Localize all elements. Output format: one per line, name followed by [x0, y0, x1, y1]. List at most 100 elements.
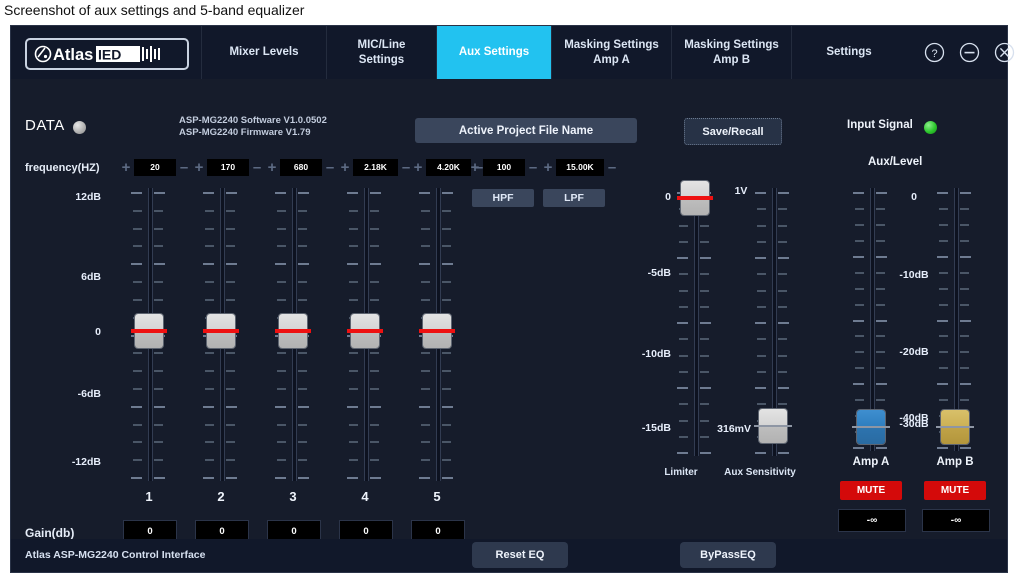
frequency-value-1[interactable]: 20 — [134, 158, 176, 176]
bypass-eq-button[interactable]: ByPassEQ — [680, 542, 776, 568]
eq-fader-4-thumb[interactable] — [347, 314, 383, 348]
limiter-fader-track[interactable] — [694, 188, 699, 456]
limiter-fader-tick-right-3 — [700, 240, 709, 243]
eq-fader-4-tick-right-11 — [370, 387, 379, 390]
eq-fader-4-tick-left-13 — [349, 423, 358, 426]
limiter-fader-tick-left-14 — [679, 419, 688, 422]
lpf-button[interactable]: LPF — [543, 189, 605, 207]
aux-sensitivity-fader-tick-right-0 — [778, 192, 789, 194]
frequency-value-4[interactable]: 2.18K — [353, 158, 398, 176]
limiter-label: Limiter — [664, 467, 698, 478]
frequency-minus-2[interactable]: – — [249, 158, 265, 176]
frequency-value-3[interactable]: 680 — [280, 158, 322, 176]
frequency-plus-4[interactable]: + — [337, 158, 353, 176]
aux-sensitivity-fader-tick-right-4 — [778, 257, 789, 259]
aux-sensitivity-fader-thumb[interactable] — [754, 409, 792, 443]
frequency-plus-2[interactable]: + — [191, 158, 207, 176]
amp-fader-2-thumb-indicator — [936, 425, 974, 428]
active-project-file-button[interactable]: Active Project File Name — [415, 118, 637, 143]
reset-eq-button[interactable]: Reset EQ — [472, 542, 568, 568]
amp-mute-button-2[interactable]: MUTE — [924, 481, 986, 500]
frequency-plus-7[interactable]: + — [540, 158, 556, 176]
aux-sensitivity-fader-tick-right-16 — [778, 452, 789, 454]
aux-sensitivity-fader-tick-left-11 — [757, 370, 766, 373]
eq-fader-4-tick-left-10 — [349, 370, 358, 373]
amp-name-1: Amp A — [852, 456, 890, 468]
save-recall-button[interactable]: Save/Recall — [684, 118, 782, 145]
limiter-fader-thumb[interactable] — [677, 181, 713, 215]
eq-fader-2-tick-left-1 — [205, 209, 214, 212]
eq-fader-5-tick-right-14 — [442, 441, 451, 444]
amp-level-box-1[interactable]: -∞ — [838, 509, 906, 532]
limiter-fader-tick-left-3 — [679, 240, 688, 243]
frequency-value-6[interactable]: 100 — [483, 158, 525, 176]
limiter-fader-tick-left-9 — [679, 338, 688, 341]
frequency-plus-3[interactable]: + — [264, 158, 280, 176]
data-label: DATA — [25, 117, 65, 134]
aux-sensitivity-fader-tick-right-3 — [778, 240, 787, 243]
eq-fader-4-tick-right-13 — [370, 423, 379, 426]
version-info: ASP-MG2240 Software V1.0.0502 ASP-MG2240… — [179, 115, 327, 138]
frequency-plus-5[interactable]: + — [410, 158, 426, 176]
eq-fader-3-tick-right-9 — [298, 352, 307, 355]
limiter-scale-label-2: -10dB — [641, 348, 671, 360]
gain-label: Gain(db) — [25, 526, 75, 540]
eq-fader-1-thumb[interactable] — [131, 314, 167, 348]
eq-fader-5-thumb[interactable] — [419, 314, 455, 348]
frequency-minus-7[interactable]: – — [604, 158, 620, 176]
amp-fader-1-tick-right-11 — [876, 367, 885, 370]
eq-fader-1-tick-right-1 — [154, 209, 163, 212]
frequency-plus-1[interactable]: + — [118, 158, 134, 176]
eq-fader-2-tick-left-3 — [205, 245, 214, 248]
frequency-plus-6[interactable]: + — [467, 158, 483, 176]
tab-masking-amp-a[interactable]: Masking Settings Amp A — [551, 26, 671, 79]
frequency-minus-3[interactable]: – — [322, 158, 338, 176]
tab-settings[interactable]: Settings — [791, 26, 906, 79]
eq-fader-2-tick-right-6 — [226, 298, 235, 301]
svg-text:Atlas: Atlas — [53, 46, 93, 64]
eq-fader-4-tick-left-1 — [349, 209, 358, 212]
amp-fader-2-tick-left-9 — [939, 335, 948, 338]
amp-fader-2-tick-right-11 — [960, 367, 969, 370]
eq-fader-3-thumb[interactable] — [275, 314, 311, 348]
eq-fader-1-tick-right-4 — [154, 263, 165, 266]
amp-fader-1-tick-right-9 — [876, 335, 885, 338]
frequency-minus-6[interactable]: – — [525, 158, 541, 176]
amp-fader-2-tick-right-1 — [960, 207, 969, 210]
tab-masking-amp-b[interactable]: Masking Settings Amp B — [671, 26, 791, 79]
help-icon[interactable]: ? — [924, 42, 945, 63]
hpf-button[interactable]: HPF — [472, 189, 534, 207]
frequency-value-7[interactable]: 15.00K — [556, 158, 604, 176]
aux-level-scale-label-1: -10dB — [899, 269, 929, 281]
frequency-value-2[interactable]: 170 — [207, 158, 249, 176]
tab-label: Masking Settings Amp A — [564, 39, 659, 66]
eq-fader-5-tick-left-11 — [421, 387, 430, 390]
frequency-value-5[interactable]: 4.20K — [426, 158, 471, 176]
eq-fader-2-tick-right-16 — [226, 477, 237, 479]
limiter-scale-label-3: -15dB — [641, 422, 671, 434]
eq-fader-2-tick-left-0 — [203, 192, 214, 194]
eq-fader-5-tick-left-6 — [421, 298, 430, 301]
amp-mute-button-1[interactable]: MUTE — [840, 481, 902, 500]
aux-sensitivity-fader-tick-left-3 — [757, 240, 766, 243]
eq-fader-4-tick-right-6 — [370, 298, 379, 301]
eq-fader-5-tick-left-10 — [421, 370, 430, 373]
amp-fader-1-tick-right-5 — [876, 271, 885, 274]
amp-fader-1-thumb[interactable] — [852, 410, 890, 444]
frequency-minus-1[interactable]: – — [176, 158, 192, 176]
eq-fader-2-thumb[interactable] — [203, 314, 239, 348]
eq-fader-5-tick-right-9 — [442, 352, 451, 355]
amp-fader-1-tick-left-9 — [855, 335, 864, 338]
frequency-band-4: +2.18K – — [337, 158, 414, 176]
amp-level-box-2[interactable]: -∞ — [922, 509, 990, 532]
tab-mixer-levels[interactable]: Mixer Levels — [201, 26, 326, 79]
minimize-icon[interactable] — [959, 42, 980, 63]
amp-fader-2-thumb[interactable] — [936, 410, 974, 444]
amp-fader-1-tick-right-0 — [876, 192, 887, 194]
tab-label: Mixer Levels — [229, 46, 299, 59]
aux-sensitivity-fader-tick-left-5 — [757, 273, 766, 276]
close-icon[interactable] — [994, 42, 1015, 63]
tab-aux-settings[interactable]: Aux Settings — [436, 26, 551, 79]
eq-fader-4-tick-left-11 — [349, 387, 358, 390]
tab-mic-line-settings[interactable]: MIC/Line Settings — [326, 26, 436, 79]
